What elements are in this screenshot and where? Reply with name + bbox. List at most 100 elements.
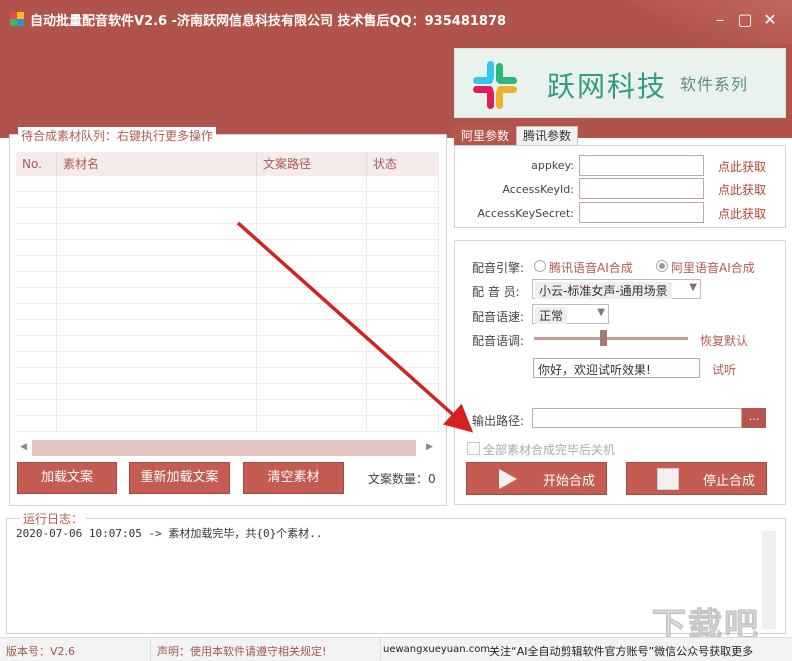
table-cell <box>367 240 439 255</box>
table-row[interactable] <box>16 368 439 384</box>
shutdown-label[interactable]: 全部素材合成完毕后关机 <box>483 441 615 458</box>
table-row[interactable] <box>16 336 439 352</box>
table-cell <box>57 224 257 239</box>
engine-label: 配音引擎: <box>472 261 525 275</box>
table-row[interactable] <box>16 192 439 208</box>
table-cell <box>57 416 257 431</box>
queue-group-title: 待合成素材队列：右键执行更多操作 <box>18 127 217 144</box>
table-cell <box>16 416 57 431</box>
output-path-input[interactable] <box>532 408 742 428</box>
table-row[interactable] <box>16 352 439 368</box>
queue-horizontal-scrollbar[interactable]: ◀ ▶ <box>16 440 439 456</box>
accesskeyid-get-link[interactable]: 点此获取 <box>718 181 766 198</box>
start-synthesis-label: 开始合成 <box>543 474 596 489</box>
table-row[interactable] <box>16 288 439 304</box>
engine-option-tencent[interactable]: 腾讯语音AI合成 <box>549 259 633 276</box>
column-header-status[interactable]: 状态 <box>367 152 439 176</box>
queue-table-body <box>16 176 439 432</box>
table-row[interactable] <box>16 224 439 240</box>
speed-select[interactable]: 正常 ▼ <box>532 304 609 324</box>
table-cell <box>57 240 257 255</box>
tone-slider-thumb[interactable] <box>600 330 607 346</box>
minimize-button[interactable]: – <box>710 10 730 30</box>
scrollbar-thumb[interactable] <box>32 440 416 456</box>
voice-select-value: 小云-标准女声-通用场景 <box>535 282 672 299</box>
table-row[interactable] <box>16 320 439 336</box>
column-header-path[interactable]: 文案路径 <box>257 152 367 176</box>
tone-slider-track[interactable] <box>534 337 688 340</box>
table-cell <box>367 288 439 303</box>
accesskeyid-input[interactable] <box>579 178 704 199</box>
appkey-label: appkey: <box>531 159 574 172</box>
accesskeysecret-get-link[interactable]: 点此获取 <box>718 205 766 222</box>
table-cell <box>257 240 367 255</box>
listen-link[interactable]: 试听 <box>712 361 736 378</box>
table-cell <box>257 224 367 239</box>
script-count-label: 文案数量： <box>368 472 429 486</box>
tab-ali-params[interactable]: 阿里参数 <box>454 126 517 146</box>
table-cell <box>16 304 57 319</box>
notice-label: 声明：使用本软件请遵守相关规定! <box>157 645 327 658</box>
table-row[interactable] <box>16 208 439 224</box>
status-divider <box>380 638 381 661</box>
column-header-name[interactable]: 素材名 <box>57 152 257 176</box>
table-cell <box>257 176 367 191</box>
reload-script-button[interactable]: 重新加载文案 <box>129 462 230 494</box>
close-button[interactable]: ✕ <box>760 10 780 30</box>
scroll-left-icon[interactable]: ◀ <box>20 442 27 452</box>
engine-radio-ali[interactable] <box>656 260 668 272</box>
browse-button[interactable]: ... <box>742 408 766 428</box>
scroll-right-icon[interactable]: ▶ <box>426 442 433 452</box>
brand-banner: 跃网科技 软件系列 <box>454 48 786 118</box>
column-header-no[interactable]: No. <box>16 152 57 176</box>
chevron-down-icon: ▼ <box>597 307 605 318</box>
restore-default-link[interactable]: 恢复默认 <box>700 332 748 349</box>
queue-table[interactable]: No. 素材名 文案路径 状态 <box>16 152 439 438</box>
table-row[interactable] <box>16 272 439 288</box>
engine-radio-tencent[interactable] <box>534 260 546 272</box>
table-cell <box>57 192 257 207</box>
accesskeysecret-label: AccessKeySecret: <box>477 207 574 220</box>
tab-tencent-params[interactable]: 腾讯参数 <box>516 126 579 146</box>
appkey-get-link[interactable]: 点此获取 <box>718 158 766 175</box>
table-row[interactable] <box>16 240 439 256</box>
table-cell <box>257 304 367 319</box>
start-synthesis-button[interactable]: 开始合成 <box>466 462 607 495</box>
table-row[interactable] <box>16 256 439 272</box>
status-divider <box>150 638 151 661</box>
test-text-input[interactable]: 你好，欢迎试听效果! <box>533 358 700 378</box>
accesskeysecret-input[interactable] <box>579 202 704 223</box>
table-cell <box>257 288 367 303</box>
app-icon <box>10 12 24 26</box>
table-cell <box>367 384 439 399</box>
table-cell <box>57 304 257 319</box>
table-row[interactable] <box>16 304 439 320</box>
table-row[interactable] <box>16 176 439 192</box>
stop-synthesis-button[interactable]: 停止合成 <box>626 462 767 495</box>
stop-synthesis-label: 停止合成 <box>703 474 756 489</box>
table-row[interactable] <box>16 400 439 416</box>
table-cell <box>257 336 367 351</box>
maximize-button[interactable]: ▢ <box>735 10 755 30</box>
shutdown-checkbox[interactable] <box>467 442 480 455</box>
table-cell <box>257 368 367 383</box>
stop-icon <box>657 468 679 490</box>
load-script-button[interactable]: 加载文案 <box>17 462 117 494</box>
table-row[interactable] <box>16 416 439 432</box>
table-cell <box>367 224 439 239</box>
table-row[interactable] <box>16 384 439 400</box>
voice-label: 配 音 员: <box>472 285 520 299</box>
version-label: 版本号：V2.6 <box>6 645 76 658</box>
clear-material-button[interactable]: 清空素材 <box>243 462 344 494</box>
table-cell <box>367 416 439 431</box>
table-cell <box>16 320 57 335</box>
appkey-input[interactable] <box>579 155 704 176</box>
queue-table-header: No. 素材名 文案路径 状态 <box>16 152 439 176</box>
table-cell <box>257 384 367 399</box>
engine-option-ali[interactable]: 阿里语音AI合成 <box>671 259 755 276</box>
website-link[interactable]: uewangxueyuan.com <box>383 644 490 655</box>
voice-select[interactable]: 小云-标准女声-通用场景 ▼ <box>532 279 701 299</box>
table-cell <box>257 400 367 415</box>
table-cell <box>16 208 57 223</box>
log-vertical-scrollbar[interactable] <box>762 531 776 629</box>
